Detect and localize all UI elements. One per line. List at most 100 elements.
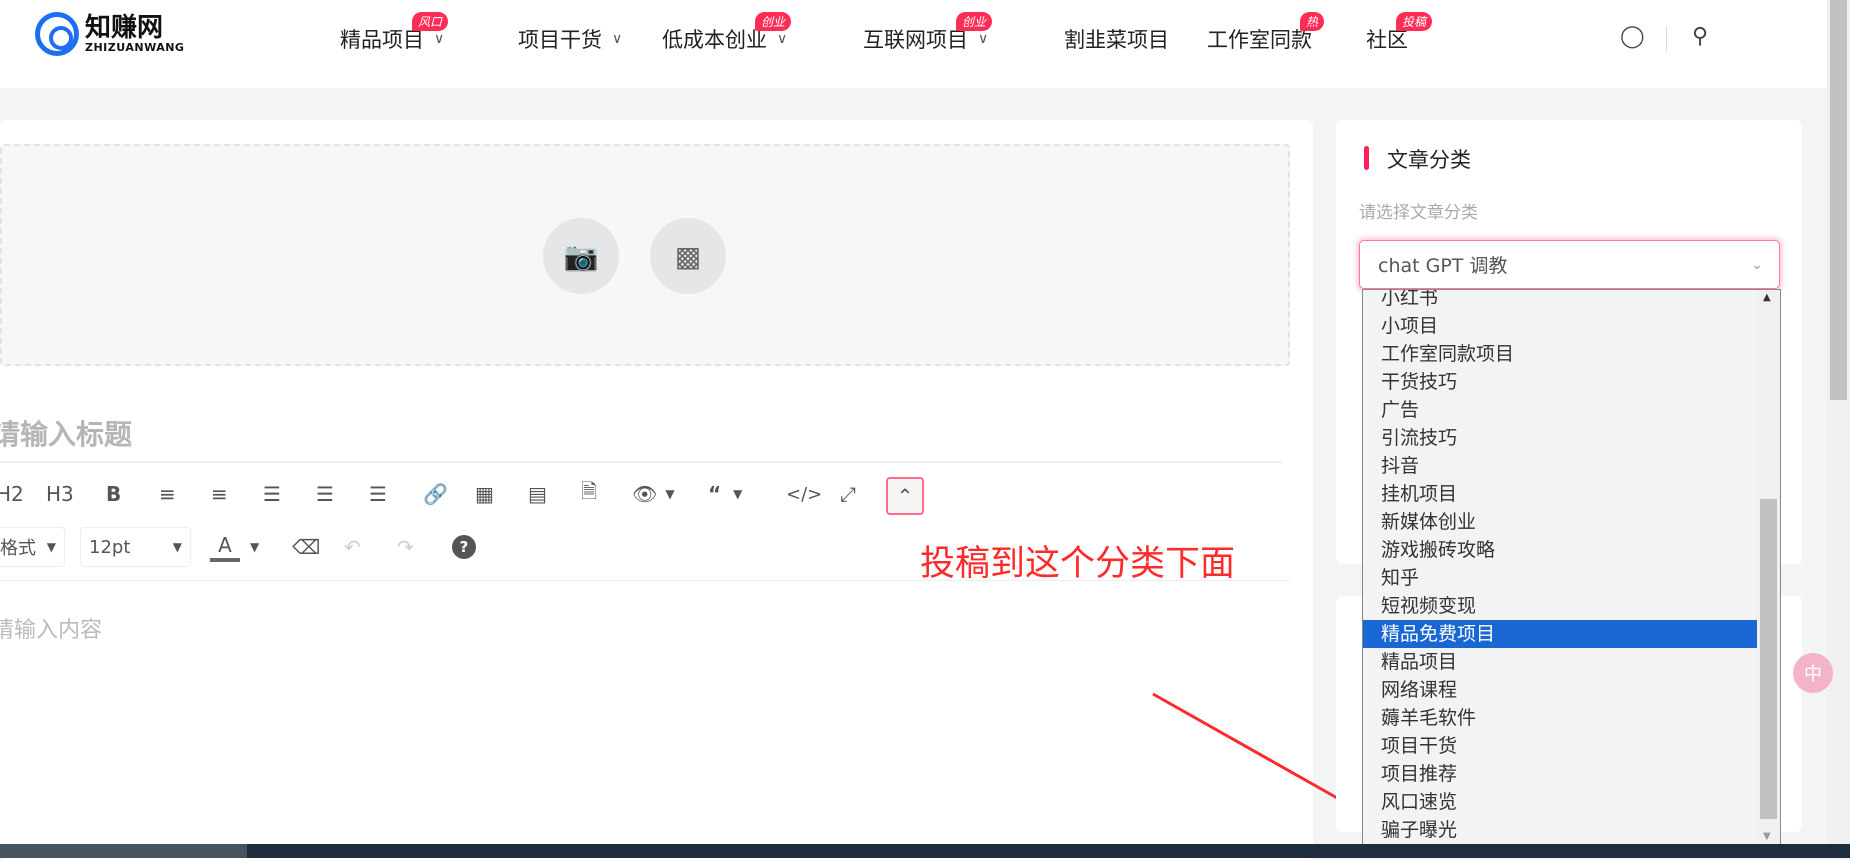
nav-item[interactable]: 工作室同款热 xyxy=(1207,12,1325,54)
nav-label: 精品项目 风口 xyxy=(340,12,449,54)
video-icon[interactable]: ▤ xyxy=(528,479,547,509)
dropdown-option[interactable]: 小红书 xyxy=(1363,290,1759,312)
font-color-caret-icon[interactable]: ▼ xyxy=(250,532,259,562)
nav-label: 低成本创业 创业 xyxy=(662,12,792,54)
align-right-icon[interactable]: ☰ xyxy=(369,479,387,509)
dropdown-option[interactable]: 网络课程 xyxy=(1363,676,1759,704)
dropdown-option[interactable]: 薅羊毛软件 xyxy=(1363,704,1759,732)
video-camera-icon[interactable]: ▩ xyxy=(650,218,726,294)
dropdown-option[interactable]: 短视频变现 xyxy=(1363,592,1759,620)
divider xyxy=(1666,26,1667,52)
top-header: 知赚网 ZHIZUANWANG 精品项目 风口 ∨ 项目干货 ∨ 低成本创业 创业 ∨ 互联网项… xyxy=(0,0,1827,88)
nav-item[interactable]: 社区 投稿 xyxy=(1366,12,1433,54)
dropdown-scrollbar-thumb[interactable] xyxy=(1760,499,1777,819)
code-icon[interactable]: </> xyxy=(786,479,822,509)
nav-label: 项目干货 xyxy=(518,28,602,52)
dropdown-option[interactable]: 新媒体创业 xyxy=(1363,508,1759,536)
page-scrollbar[interactable] xyxy=(1827,0,1850,844)
category-select[interactable]: chat GPT 调教 ⌄ xyxy=(1359,240,1780,289)
dropdown-option[interactable]: 抖音 xyxy=(1363,452,1759,480)
category-title: 文章分类 xyxy=(1387,148,1471,172)
arrow-line xyxy=(1152,692,1363,814)
dropdown-option[interactable]: 引流技巧 xyxy=(1363,424,1759,452)
logo-target-icon xyxy=(35,12,79,56)
award-icon[interactable]: ◯ xyxy=(1620,24,1645,49)
font-size-label: 12pt xyxy=(89,536,131,558)
dropdown-scrollbar[interactable]: ▲ ▼ xyxy=(1757,290,1780,844)
nav-badge: 风口 xyxy=(412,12,449,31)
os-taskbar xyxy=(0,844,1850,858)
dropdown-option[interactable]: 干货技巧 xyxy=(1363,368,1759,396)
bullet-list-icon[interactable]: ≡ xyxy=(159,479,176,509)
file-upload-icon[interactable]: 🗎 xyxy=(581,479,597,509)
bold-button[interactable]: B xyxy=(106,479,121,509)
caret-down-icon: ▼ xyxy=(172,540,182,554)
dropdown-option[interactable]: 骗子曝光 xyxy=(1363,816,1759,844)
title-input[interactable]: 请输入标题 xyxy=(0,413,1282,463)
nav-label: 割韭菜项目 xyxy=(1064,28,1169,52)
annotation-text: 投稿到这个分类下面 xyxy=(920,544,1236,584)
font-color-button[interactable]: A xyxy=(210,532,240,562)
heading3-button[interactable]: H3 xyxy=(46,479,74,509)
redo-icon[interactable]: ↷ xyxy=(397,532,414,562)
scroll-down-icon[interactable]: ▼ xyxy=(1763,831,1771,842)
dropdown-option[interactable]: 精品项目 xyxy=(1363,648,1759,676)
nav-item[interactable]: 精品项目 风口 ∨ xyxy=(340,12,449,54)
taskbar-active-app[interactable] xyxy=(0,844,247,858)
heading2-button[interactable]: H2 xyxy=(0,479,24,509)
nav-badge: 热 xyxy=(1300,12,1325,31)
nav-badge: 投稿 xyxy=(1396,12,1433,31)
category-hint: 请选择文章分类 xyxy=(1359,203,1478,223)
site-logo[interactable]: 知赚网 ZHIZUANWANG xyxy=(35,12,184,56)
logo-name: 知赚网 xyxy=(85,12,164,43)
nav-item[interactable]: 割韭菜项目 xyxy=(1064,24,1169,54)
selected-category: chat GPT 调教 xyxy=(1378,255,1508,277)
float-language-button[interactable]: 中 xyxy=(1793,653,1833,693)
dropdown-option[interactable]: 广告 xyxy=(1363,396,1759,424)
caret-down-icon: ▼ xyxy=(46,540,56,554)
nav-item[interactable]: 项目干货 ∨ xyxy=(518,24,622,54)
dropdown-option[interactable]: 项目推荐 xyxy=(1363,760,1759,788)
dropdown-option[interactable]: 小项目 xyxy=(1363,312,1759,340)
dropdown-option[interactable]: 精品免费项目 xyxy=(1363,620,1759,648)
nav-label: 互联网项目 创业 xyxy=(863,12,993,54)
format-select[interactable]: 格式 ▼ xyxy=(0,527,65,567)
align-left-icon[interactable]: ☰ xyxy=(263,479,281,509)
title-accent-bar xyxy=(1364,146,1369,170)
font-size-select[interactable]: 12pt ▼ xyxy=(80,527,191,567)
dropdown-option[interactable]: 挂机项目 xyxy=(1363,480,1759,508)
format-label: 格式 xyxy=(0,538,36,559)
chevron-down-icon: ∨ xyxy=(777,31,788,47)
link-icon[interactable]: 🔗 xyxy=(423,479,448,509)
category-dropdown-list[interactable]: 小红书 小项目 工作室同款项目 干货技巧 广告 引流技巧 抖音 挂机项目 新媒体创业 游戏搬砖攻略… xyxy=(1362,289,1781,845)
dropdown-option[interactable]: 项目干货 xyxy=(1363,732,1759,760)
logo-subtitle: ZHIZUANWANG xyxy=(85,40,185,54)
content-input[interactable]: 请输入内容 xyxy=(0,612,102,644)
dropdown-option[interactable]: 游戏搬砖攻略 xyxy=(1363,536,1759,564)
dropdown-option[interactable]: 工作室同款项目 xyxy=(1363,340,1759,368)
quote-icon[interactable]: “▼ xyxy=(708,479,742,509)
nav-badge: 创业 xyxy=(956,12,993,31)
nav-item[interactable]: 低成本创业 创业 ∨ xyxy=(662,12,792,54)
undo-icon[interactable]: ↶ xyxy=(344,532,361,562)
collapse-toolbar-icon[interactable]: ⌃ xyxy=(886,477,924,515)
eraser-icon[interactable]: ⌫ xyxy=(292,532,320,562)
search-icon[interactable]: ⚲ xyxy=(1692,24,1708,49)
image-icon[interactable]: ▦ xyxy=(475,479,494,509)
numbered-list-icon[interactable]: ≡ xyxy=(211,479,228,509)
nav-label: 工作室同款热 xyxy=(1207,12,1325,54)
dropdown-option[interactable]: 风口速览 xyxy=(1363,788,1759,816)
cover-upload-area[interactable]: 📷 ▩ xyxy=(0,144,1290,366)
scroll-up-icon[interactable]: ▲ xyxy=(1763,292,1771,303)
dropdown-option[interactable]: 知乎 xyxy=(1363,564,1759,592)
chevron-down-icon: ∨ xyxy=(434,31,445,47)
camera-icon[interactable]: 📷 xyxy=(543,218,619,294)
nav-item[interactable]: 互联网项目 创业 ∨ xyxy=(863,12,993,54)
page-scrollbar-thumb[interactable] xyxy=(1830,0,1847,400)
nav-label: 社区 投稿 xyxy=(1366,12,1433,54)
chevron-down-icon: ⌄ xyxy=(1751,256,1763,273)
help-icon[interactable]: ? xyxy=(452,535,476,559)
preview-eye-icon[interactable]: 👁 ▼ xyxy=(632,479,675,509)
fullscreen-icon[interactable]: ⤢ xyxy=(840,479,856,509)
align-center-icon[interactable]: ☰ xyxy=(316,479,334,509)
